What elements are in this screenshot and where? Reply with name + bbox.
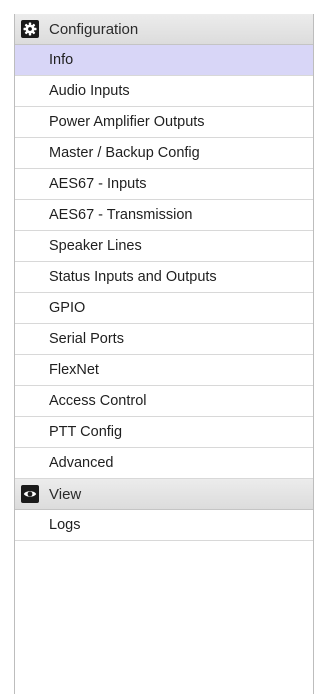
- eye-icon: [21, 485, 39, 503]
- nav-item-aes67-inputs[interactable]: AES67 - Inputs: [15, 169, 313, 200]
- nav-item-aes67-transmission[interactable]: AES67 - Transmission: [15, 200, 313, 231]
- nav-item-advanced[interactable]: Advanced: [15, 448, 313, 479]
- nav-item-master-backup-config[interactable]: Master / Backup Config: [15, 138, 313, 169]
- section-title-configuration: Configuration: [49, 20, 139, 38]
- section-title-view: View: [49, 485, 82, 503]
- nav-item-audio-inputs[interactable]: Audio Inputs: [15, 76, 313, 107]
- nav-item-logs[interactable]: Logs: [15, 510, 313, 541]
- gear-icon: [21, 20, 39, 38]
- nav-item-ptt-config[interactable]: PTT Config: [15, 417, 313, 448]
- section-header-configuration[interactable]: Configuration: [15, 14, 313, 45]
- nav-item-flexnet[interactable]: FlexNet: [15, 355, 313, 386]
- nav-item-access-control[interactable]: Access Control: [15, 386, 313, 417]
- nav-item-gpio[interactable]: GPIO: [15, 293, 313, 324]
- nav-item-power-amplifier-outputs[interactable]: Power Amplifier Outputs: [15, 107, 313, 138]
- navigation-panel: Configuration Info Audio Inputs Power Am…: [14, 14, 314, 694]
- section-header-view[interactable]: View: [15, 479, 313, 510]
- nav-item-speaker-lines[interactable]: Speaker Lines: [15, 231, 313, 262]
- nav-item-status-inputs-outputs[interactable]: Status Inputs and Outputs: [15, 262, 313, 293]
- nav-item-info[interactable]: Info: [15, 45, 313, 76]
- nav-item-serial-ports[interactable]: Serial Ports: [15, 324, 313, 355]
